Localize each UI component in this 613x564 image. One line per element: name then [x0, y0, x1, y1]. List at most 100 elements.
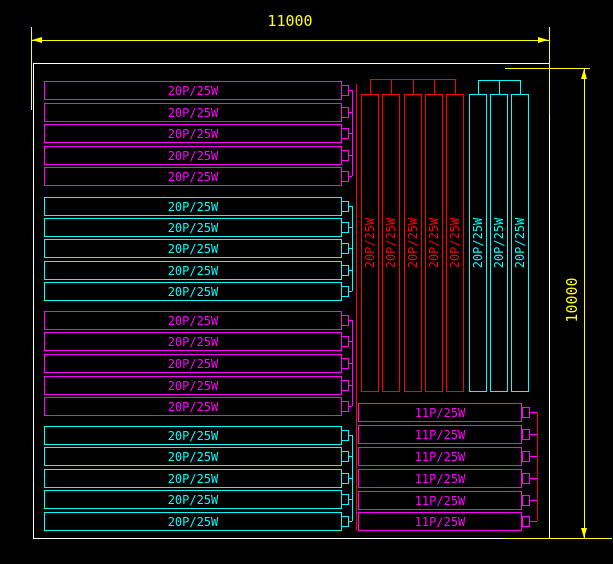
- connector-stub: [341, 222, 349, 233]
- bar-20p-horizontal: 20P/25W: [44, 239, 342, 258]
- bar-20p-vertical-label: 20P/25W: [427, 218, 441, 269]
- dim-height-label: 10000: [564, 268, 580, 332]
- bar-20p-horizontal: 20P/25W: [44, 376, 342, 395]
- dim-line-height: [584, 68, 585, 539]
- bar-20p-vertical: 20P/25W: [469, 94, 487, 392]
- connector-stub: [341, 401, 349, 412]
- connector-stub: [341, 380, 349, 391]
- connector-stub: [522, 407, 530, 418]
- connector-stub: [341, 150, 349, 161]
- cap-drop-line: [370, 79, 371, 94]
- bar-20p-horizontal: 20P/25W: [44, 167, 342, 186]
- bar-20p-horizontal: 20P/25W: [44, 490, 342, 509]
- dim-line-width: [31, 40, 550, 41]
- connector-stub: [341, 516, 349, 527]
- cap-drop-line: [478, 80, 479, 94]
- bar-20p-horizontal: 20P/25W: [44, 426, 342, 445]
- bar-11p-horizontal: 11P/25W: [358, 512, 522, 531]
- dim-arrow-right-icon: [538, 37, 548, 43]
- bar-20p-vertical: 20P/25W: [511, 94, 529, 392]
- connector-stub: [341, 336, 349, 347]
- connector-line: [530, 412, 537, 413]
- connector-line: [530, 456, 537, 457]
- connector-stub: [341, 430, 349, 441]
- connector-stub: [341, 201, 349, 212]
- connector-line: [530, 478, 537, 479]
- connector-stub: [341, 171, 349, 182]
- group-trunk-line: [352, 435, 353, 521]
- bar-20p-horizontal: 20P/25W: [44, 332, 342, 351]
- bar-20p-vertical-label: 20P/25W: [492, 218, 506, 269]
- bar-11p-horizontal: 11P/25W: [358, 491, 522, 510]
- bar-20p-horizontal: 20P/25W: [44, 218, 342, 237]
- bar-20p-horizontal: 20P/25W: [44, 282, 342, 301]
- connector-stub: [341, 315, 349, 326]
- bar-20p-vertical: 20P/25W: [446, 94, 464, 392]
- connector-stub: [522, 429, 530, 440]
- cap-drop-line: [391, 79, 392, 94]
- bar-20p-vertical-label: 20P/25W: [363, 218, 377, 269]
- cap-drop-line: [434, 79, 435, 94]
- bar-20p-horizontal: 20P/25W: [44, 512, 342, 531]
- connector-stub: [341, 473, 349, 484]
- bar-20p-vertical: 20P/25W: [425, 94, 443, 392]
- dim-arrow-down-icon: [581, 528, 587, 538]
- connector-stub: [341, 286, 349, 297]
- cap-drop-line: [520, 80, 521, 94]
- bar-20p-vertical-label: 20P/25W: [448, 218, 462, 269]
- connector-stub: [522, 451, 530, 462]
- group-trunk-line: [370, 79, 455, 80]
- cap-drop-line: [499, 80, 500, 94]
- bar-20p-vertical: 20P/25W: [382, 94, 400, 392]
- connector-stub: [341, 494, 349, 505]
- bar-11p-horizontal: 11P/25W: [358, 447, 522, 466]
- bar-20p-vertical-label: 20P/25W: [406, 218, 420, 269]
- bar-11p-horizontal: 11P/25W: [358, 425, 522, 444]
- bar-20p-horizontal: 20P/25W: [44, 354, 342, 373]
- group-trunk-line: [352, 206, 353, 291]
- dim-arrow-up-icon: [581, 69, 587, 79]
- bar-20p-vertical-label: 20P/25W: [384, 218, 398, 269]
- bar-20p-vertical: 20P/25W: [404, 94, 422, 392]
- bar-20p-vertical-label: 20P/25W: [513, 218, 527, 269]
- bar-20p-horizontal: 20P/25W: [44, 124, 342, 143]
- group-trunk-line: [478, 80, 520, 81]
- cad-canvas: 11000 10000 20P/25W 20P/25W 20P/25W 20P/25W…: [0, 0, 613, 564]
- bar-20p-horizontal: 20P/25W: [44, 447, 342, 466]
- group-trunk-line: [352, 320, 353, 406]
- connector-stub: [522, 516, 530, 527]
- dim-width-label: 11000: [262, 13, 318, 29]
- riser-line: [356, 84, 357, 530]
- connector-stub: [341, 451, 349, 462]
- bar-11p-horizontal: 11P/25W: [358, 469, 522, 488]
- bar-20p-horizontal: 20P/25W: [44, 311, 342, 330]
- connector-stub: [522, 495, 530, 506]
- connector-stub: [341, 128, 349, 139]
- bar-20p-vertical: 20P/25W: [490, 94, 508, 392]
- group-trunk-line: [352, 90, 353, 176]
- connector-line: [530, 434, 537, 435]
- dim-extension-line-top-right: [505, 68, 590, 69]
- connector-line: [349, 406, 352, 407]
- group-trunk-line: [537, 412, 538, 521]
- connector-line: [349, 521, 352, 522]
- connector-stub: [341, 265, 349, 276]
- connector-line: [530, 500, 537, 501]
- connector-stub: [341, 85, 349, 96]
- bar-20p-vertical: 20P/25W: [361, 94, 379, 392]
- cap-drop-line: [413, 79, 414, 94]
- bar-20p-horizontal: 20P/25W: [44, 197, 342, 216]
- bar-20p-horizontal: 20P/25W: [44, 397, 342, 416]
- connector-stub: [341, 358, 349, 369]
- connector-stub: [341, 243, 349, 254]
- dim-extension-line-bottom-right: [505, 538, 612, 539]
- bar-20p-horizontal: 20P/25W: [44, 469, 342, 488]
- connector-line: [349, 291, 352, 292]
- connector-stub: [341, 107, 349, 118]
- bar-20p-horizontal: 20P/25W: [44, 103, 342, 122]
- bar-20p-horizontal: 20P/25W: [44, 81, 342, 100]
- connector-line: [349, 176, 352, 177]
- bar-11p-horizontal: 11P/25W: [358, 403, 522, 422]
- bar-20p-horizontal: 20P/25W: [44, 146, 342, 165]
- dim-arrow-left-icon: [32, 37, 42, 43]
